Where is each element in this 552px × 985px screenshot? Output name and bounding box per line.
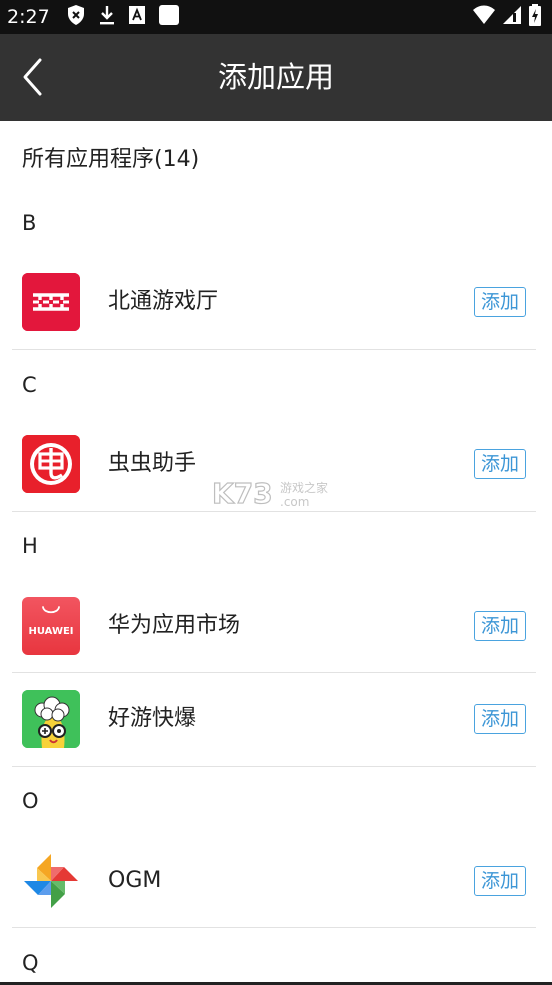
pinwheel-icon xyxy=(22,852,80,910)
list-item-beitong: 北通游戏厅 添加 xyxy=(0,256,552,348)
divider xyxy=(12,766,536,767)
divider xyxy=(12,349,536,350)
status-bar: 2:27 xyxy=(0,0,552,34)
app-name: 华为应用市场 xyxy=(108,613,241,638)
shield-x-icon xyxy=(66,4,86,30)
page-title: 添加应用 xyxy=(217,60,334,94)
app-name: 虫虫助手 xyxy=(108,451,197,476)
status-icons-right xyxy=(466,4,542,30)
wifi-icon xyxy=(472,5,496,29)
group-letter-h: H xyxy=(22,534,38,558)
watermark-brand: K73 xyxy=(212,477,273,510)
status-icons-left xyxy=(66,5,192,29)
chevron-left-icon xyxy=(23,58,42,96)
divider xyxy=(12,927,536,928)
watermark-sub-bottom: .com xyxy=(280,495,309,509)
list-item-ogm: OGM 添加 xyxy=(0,835,552,927)
watermark-sub-top: 游戏之家 xyxy=(280,480,328,495)
signal-icon xyxy=(502,5,522,29)
add-button[interactable]: 添加 xyxy=(474,866,526,896)
add-button[interactable]: 添加 xyxy=(474,611,526,641)
group-letter-b: B xyxy=(22,211,37,235)
a-square-icon xyxy=(128,5,146,29)
status-time: 2:27 xyxy=(7,6,50,28)
huawei-logo-text: HUAWEI xyxy=(28,626,73,637)
app-name: 好游快爆 xyxy=(108,706,197,731)
white-square-icon xyxy=(158,4,180,30)
group-letter-c: C xyxy=(22,373,37,397)
divider xyxy=(12,511,536,512)
list-item-haoyou: 好游快爆 添加 xyxy=(0,673,552,765)
beitong-icon xyxy=(22,273,80,331)
add-button[interactable]: 添加 xyxy=(474,704,526,734)
app-name: 北通游戏厅 xyxy=(108,289,219,314)
back-button[interactable] xyxy=(14,54,54,100)
chongchong-icon xyxy=(22,435,80,493)
add-button[interactable]: 添加 xyxy=(474,287,526,317)
section-header: 所有应用程序(14) xyxy=(22,147,200,172)
list-item-huawei-appgallery: HUAWEI 华为应用市场 添加 xyxy=(0,580,552,672)
group-letter-o: O xyxy=(22,789,39,813)
battery-charging-icon xyxy=(528,4,542,30)
add-button[interactable]: 添加 xyxy=(474,449,526,479)
title-bar: 添加应用 xyxy=(0,34,552,121)
huawei-appgallery-icon: HUAWEI xyxy=(22,597,80,655)
download-icon xyxy=(98,4,116,30)
haoyou-icon xyxy=(22,690,80,748)
watermark: K73 游戏之家 .com xyxy=(211,476,342,510)
group-letter-q: Q xyxy=(22,951,39,975)
app-name: OGM xyxy=(108,868,162,893)
